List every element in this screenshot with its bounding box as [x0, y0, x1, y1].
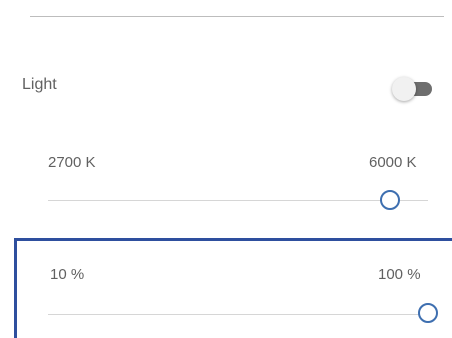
brightness-max-label: 100 %	[378, 266, 421, 283]
color-temperature-thumb[interactable]	[380, 190, 400, 210]
light-toggle-thumb	[392, 77, 416, 101]
light-settings-panel: Light 2700 K 6000 K 10 % 100 %	[0, 0, 452, 338]
color-temperature-max-label: 6000 K	[369, 154, 417, 171]
brightness-min-label: 10 %	[50, 266, 85, 283]
light-label: Light	[22, 76, 57, 93]
light-toggle[interactable]	[392, 77, 434, 101]
focus-outline	[14, 238, 452, 338]
top-divider	[30, 16, 444, 17]
brightness-track	[48, 314, 428, 315]
color-temperature-track	[48, 200, 428, 201]
color-temperature-min-label: 2700 K	[48, 154, 96, 171]
brightness-thumb[interactable]	[418, 303, 438, 323]
